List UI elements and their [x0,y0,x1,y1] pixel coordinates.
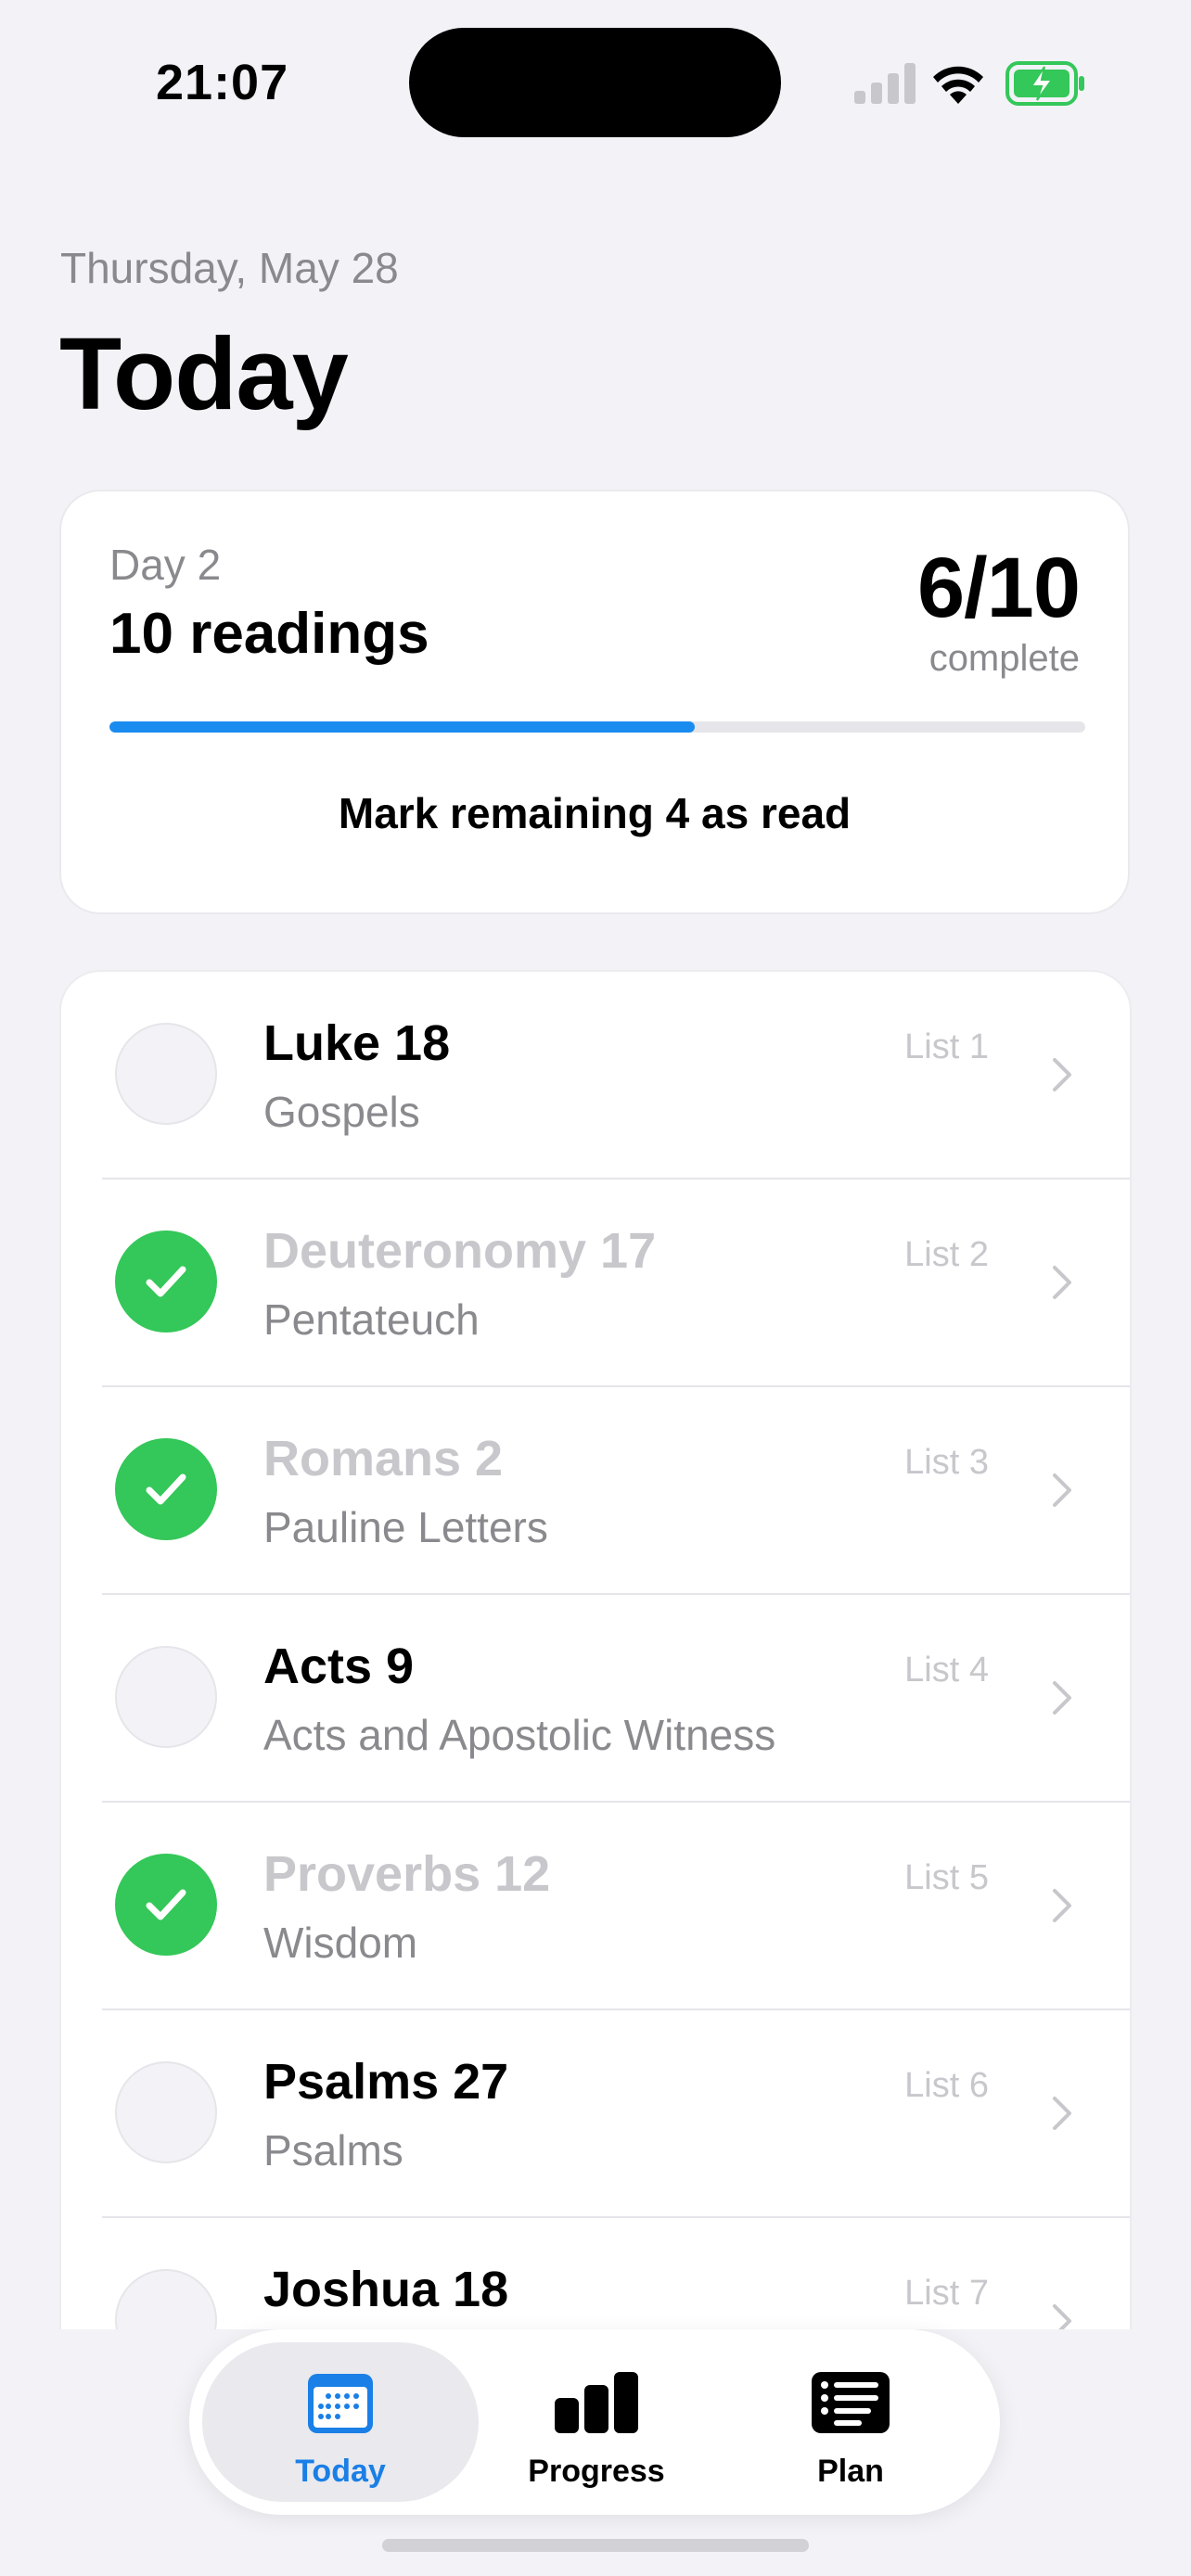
chevron-right-icon [1053,1889,1071,1922]
wifi-icon [933,66,983,104]
tab-plan[interactable]: Plan [712,2342,989,2502]
mark-remaining-button[interactable]: Mark remaining 4 as read [61,788,1128,838]
chevron-right-icon [1053,1681,1071,1715]
read-checkbox[interactable] [115,1231,217,1333]
reading-row[interactable]: Psalms 27 Psalms List 6 [61,2010,1130,2218]
reading-list-label: List 5 [904,1858,989,1897]
reading-category: Wisdom [263,1919,418,1967]
page-title: Today [59,317,349,431]
reading-row[interactable]: Proverbs 12 Wisdom List 5 [61,1803,1130,2010]
reading-category: Pauline Letters [263,1503,548,1551]
tab-label: Today [295,2454,386,2489]
chevron-right-icon [1053,1058,1071,1091]
tab-label: Plan [817,2454,884,2489]
progress-bar [109,721,1085,733]
reading-row[interactable]: Deuteronomy 17 Pentateuch List 2 [61,1180,1130,1387]
read-checkbox[interactable] [115,1438,217,1540]
readings-list: Luke 18 Gospels List 1 Deuteronomy 17 Pe… [59,970,1132,2329]
tab-today[interactable]: Today [202,2342,479,2502]
reading-title: Psalms 27 [263,2054,509,2110]
list-icon [812,2372,890,2433]
readings-count: 10 readings [109,602,429,666]
completion-score: 6/10 [916,541,1081,635]
read-checkbox[interactable] [115,1854,217,1956]
tab-progress[interactable]: Progress [458,2342,735,2502]
progress-fill [109,721,696,733]
daily-summary-card: Day 2 10 readings 6/10 complete Mark rem… [59,490,1130,914]
reading-row[interactable]: Romans 2 Pauline Letters List 3 [61,1387,1130,1595]
read-checkbox[interactable] [115,2061,217,2163]
reading-list-label: List 2 [904,1235,989,1274]
chart-bars-icon [555,2372,638,2433]
home-indicator [382,2539,809,2552]
reading-list-label: List 4 [904,1651,989,1690]
date-subtitle: Thursday, May 28 [60,244,399,292]
tab-bar: Today Progress Plan [189,2329,1000,2515]
dynamic-island [409,28,781,137]
chevron-right-icon [1053,1266,1071,1299]
reading-row[interactable]: Luke 18 Gospels List 1 [61,972,1130,1180]
calendar-icon [308,2374,373,2433]
reading-title: Proverbs 12 [263,1846,551,1902]
chevron-right-icon [1053,2304,1071,2329]
cellular-signal-icon [854,63,916,104]
chevron-right-icon [1053,1473,1071,1507]
completion-label: complete [928,638,1080,679]
reading-row[interactable]: Joshua 18 List 7 [61,2218,1130,2329]
reading-row[interactable]: Acts 9 Acts and Apostolic Witness List 4 [61,1595,1130,1803]
status-time: 21:07 [156,55,289,110]
reading-title: Romans 2 [263,1431,504,1486]
checkmark-icon [146,1266,186,1297]
reading-title: Joshua 18 [263,2262,509,2317]
reading-title: Acts 9 [263,1639,415,1694]
checkmark-icon [146,1889,186,1920]
reading-list-label: List 6 [904,2066,989,2105]
tab-label: Progress [528,2454,665,2489]
reading-title: Deuteronomy 17 [263,1223,657,1279]
checkmark-icon [146,1473,186,1505]
battery-charging-icon [1005,61,1084,106]
read-checkbox[interactable] [115,2269,217,2329]
reading-category: Gospels [263,1088,420,1136]
reading-list-label: List 7 [904,2274,989,2313]
read-checkbox[interactable] [115,1646,217,1748]
day-label: Day 2 [109,541,222,589]
reading-title: Luke 18 [263,1015,451,1071]
reading-category: Acts and Apostolic Witness [263,1711,776,1759]
reading-category: Psalms [263,2126,403,2174]
chevron-right-icon [1053,2097,1071,2130]
reading-list-label: List 1 [904,1027,989,1066]
read-checkbox[interactable] [115,1023,217,1125]
reading-list-label: List 3 [904,1443,989,1482]
reading-category: Pentateuch [263,1295,480,1344]
